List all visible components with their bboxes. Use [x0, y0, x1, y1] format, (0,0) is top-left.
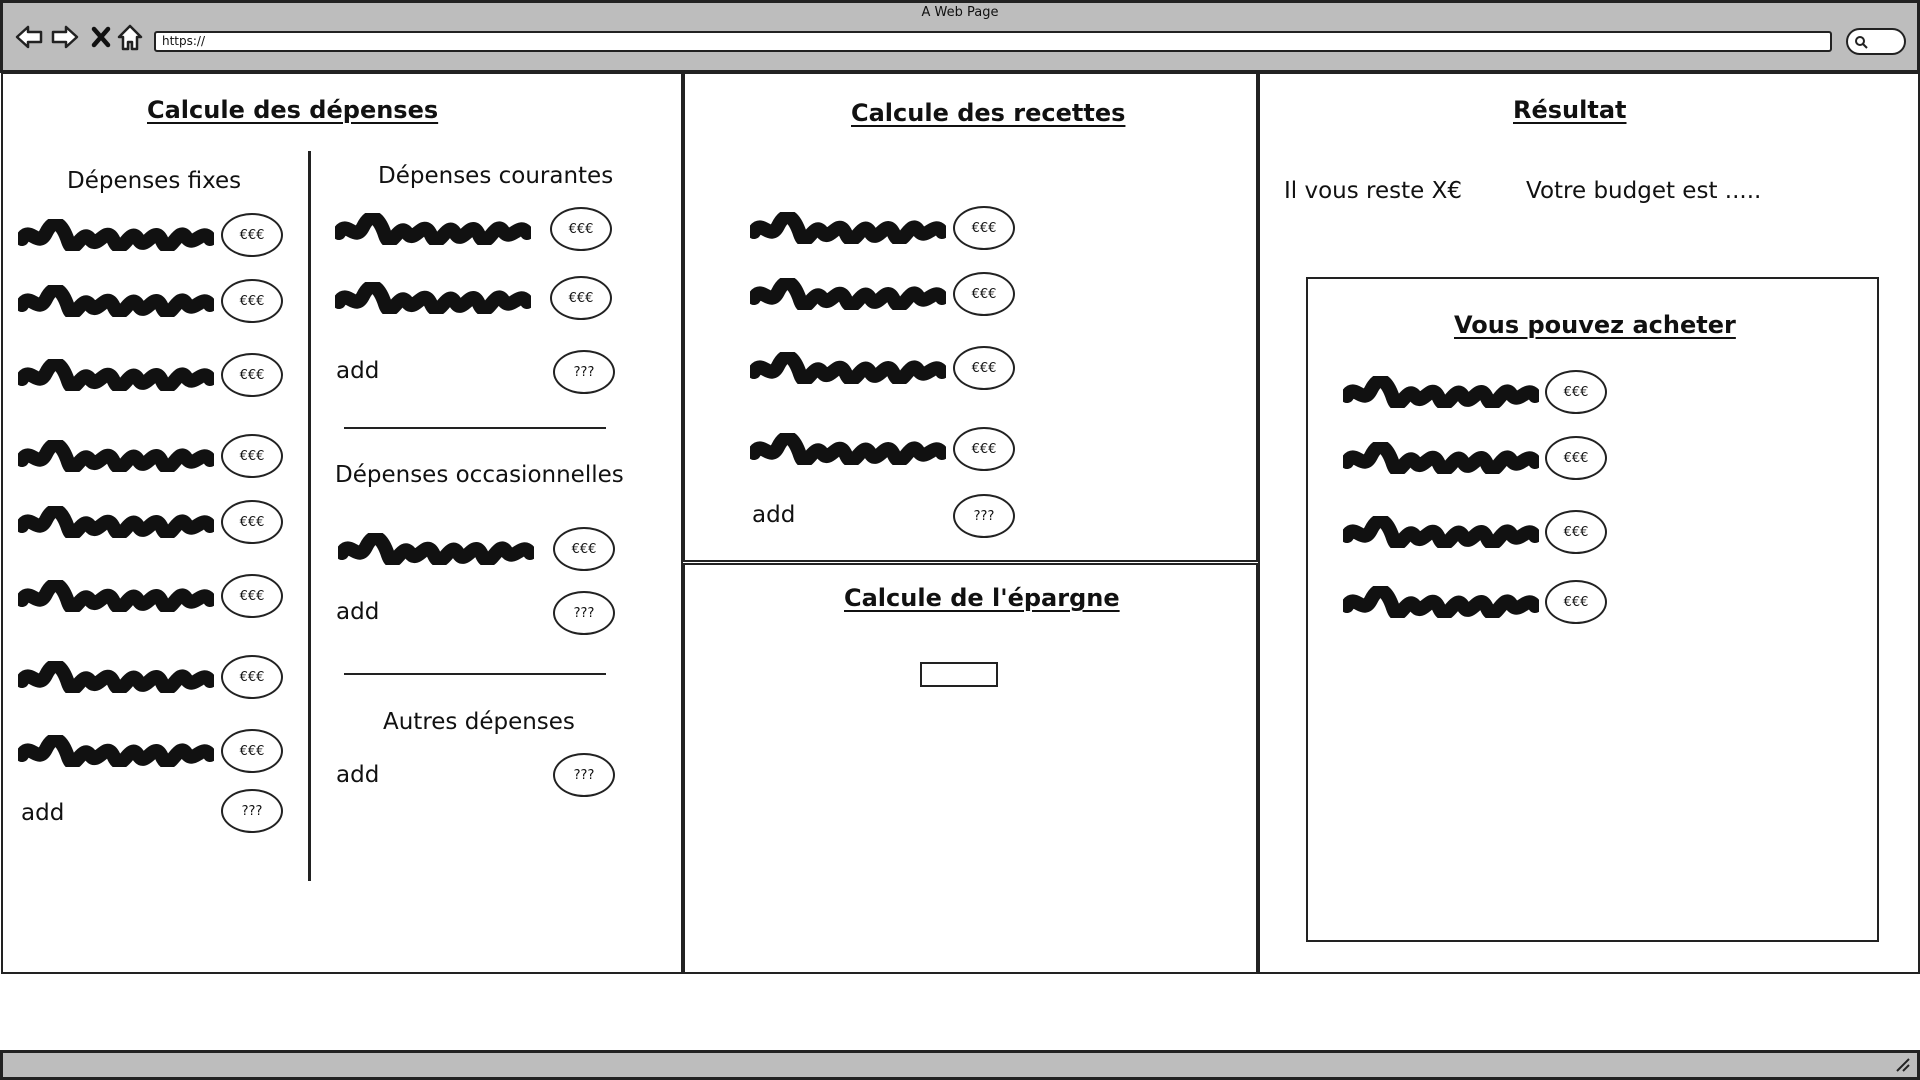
- redacted-label-scribble: [750, 212, 946, 244]
- income-add-label: add: [752, 502, 796, 528]
- amount-value-field[interactable]: €€€: [221, 500, 283, 544]
- redacted-label-scribble: [335, 282, 531, 314]
- redacted-label-scribble: [750, 352, 946, 384]
- redacted-label-scribble: [18, 219, 214, 251]
- home-icon[interactable]: [113, 20, 147, 54]
- savings-input[interactable]: [920, 662, 998, 687]
- redacted-label-scribble: [338, 533, 534, 565]
- amount-value-field[interactable]: €€€: [953, 346, 1015, 390]
- search-button[interactable]: [1846, 28, 1906, 55]
- amount-value-field[interactable]: €€€: [550, 207, 612, 251]
- amount-value-field[interactable]: €€€: [550, 276, 612, 320]
- window-title: A Web Page: [921, 5, 999, 20]
- occasional-expenses-heading: Dépenses occasionnelles: [335, 462, 624, 488]
- expenses-column-divider: [308, 151, 311, 881]
- savings-panel: [683, 563, 1258, 974]
- other-add-value-input[interactable]: ???: [553, 753, 615, 797]
- other-expenses-heading: Autres dépenses: [383, 709, 575, 735]
- redacted-label-scribble: [18, 359, 214, 391]
- search-icon: [1855, 35, 1868, 49]
- amount-value-field[interactable]: €€€: [953, 206, 1015, 250]
- back-arrow-icon[interactable]: [12, 20, 46, 54]
- amount-value-field[interactable]: €€€: [221, 353, 283, 397]
- occasional-add-label: add: [336, 599, 380, 625]
- current-add-value-input[interactable]: ???: [553, 350, 615, 394]
- redacted-label-scribble: [18, 285, 214, 317]
- redacted-label-scribble: [18, 580, 214, 612]
- redacted-label-scribble: [1343, 586, 1539, 618]
- redacted-label-scribble: [18, 440, 214, 472]
- section-divider: [344, 673, 606, 675]
- amount-value-field[interactable]: €€€: [953, 427, 1015, 471]
- section-divider: [344, 427, 606, 429]
- fixed-expenses-heading: Dépenses fixes: [67, 168, 242, 194]
- current-expenses-heading: Dépenses courantes: [378, 163, 614, 189]
- amount-value-field[interactable]: €€€: [1545, 370, 1607, 414]
- amount-value-field[interactable]: €€€: [221, 279, 283, 323]
- remaining-amount-text: Il vous reste X€: [1284, 178, 1462, 204]
- redacted-label-scribble: [335, 213, 531, 245]
- resize-grip-icon[interactable]: [1893, 1055, 1911, 1073]
- fixed-add-label: add: [21, 800, 65, 826]
- address-bar[interactable]: https://: [154, 31, 1832, 52]
- redacted-label-scribble: [18, 506, 214, 538]
- redacted-label-scribble: [1343, 376, 1539, 408]
- redacted-label-scribble: [18, 735, 214, 767]
- amount-value-field[interactable]: €€€: [221, 655, 283, 699]
- redacted-label-scribble: [18, 661, 214, 693]
- result-title: Résultat: [1513, 96, 1627, 124]
- amount-value-field[interactable]: €€€: [221, 574, 283, 618]
- redacted-label-scribble: [750, 278, 946, 310]
- income-title: Calcule des recettes: [851, 99, 1126, 127]
- status-bar: [0, 1050, 1920, 1080]
- fixed-add-value-input[interactable]: ???: [221, 789, 283, 833]
- redacted-label-scribble: [1343, 442, 1539, 474]
- amount-value-field[interactable]: €€€: [1545, 436, 1607, 480]
- other-add-label: add: [336, 762, 380, 788]
- forward-arrow-icon[interactable]: [48, 20, 82, 54]
- purchasable-title: Vous pouvez acheter: [1454, 311, 1736, 339]
- amount-value-field[interactable]: €€€: [221, 434, 283, 478]
- current-add-label: add: [336, 358, 380, 384]
- savings-title: Calcule de l'épargne: [844, 584, 1120, 612]
- income-panel: [683, 72, 1258, 562]
- amount-value-field[interactable]: €€€: [221, 213, 283, 257]
- amount-value-field[interactable]: €€€: [221, 729, 283, 773]
- income-add-value-input[interactable]: ???: [953, 494, 1015, 538]
- redacted-label-scribble: [1343, 516, 1539, 548]
- amount-value-field[interactable]: €€€: [1545, 580, 1607, 624]
- occasional-add-value-input[interactable]: ???: [553, 591, 615, 635]
- footer-area: [1, 972, 1920, 1052]
- amount-value-field[interactable]: €€€: [553, 527, 615, 571]
- budget-status-text: Votre budget est .....: [1526, 178, 1762, 204]
- amount-value-field[interactable]: €€€: [953, 272, 1015, 316]
- amount-value-field[interactable]: €€€: [1545, 510, 1607, 554]
- redacted-label-scribble: [750, 433, 946, 465]
- expenses-title: Calcule des dépenses: [147, 96, 439, 124]
